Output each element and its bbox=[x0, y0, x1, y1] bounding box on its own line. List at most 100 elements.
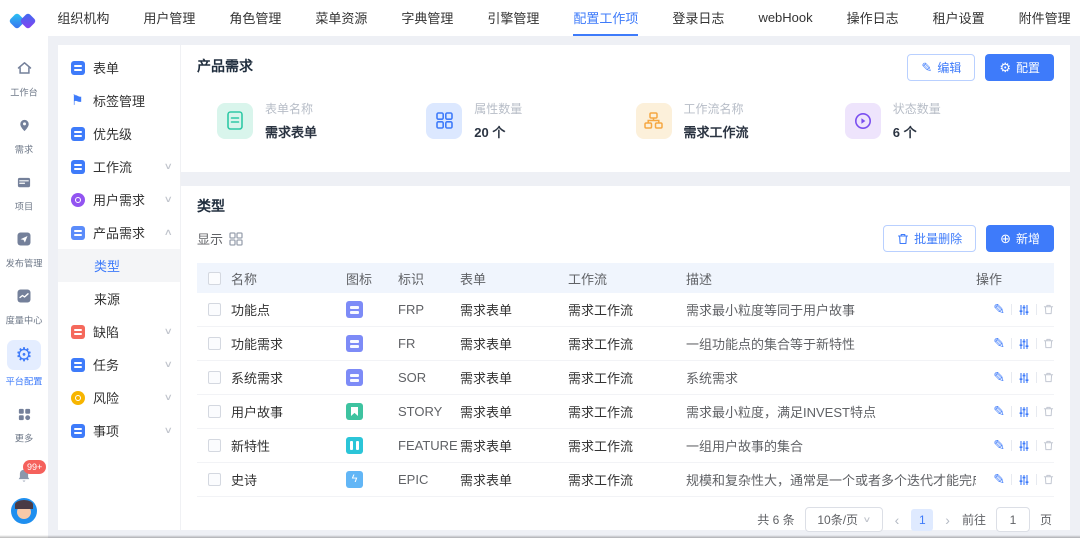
add-button[interactable]: 新增 bbox=[986, 225, 1054, 252]
type-description: 一组用户故事的集合 bbox=[686, 439, 804, 454]
current-page[interactable]: 1 bbox=[911, 508, 934, 531]
goto-page-input[interactable] bbox=[995, 507, 1030, 532]
pencil-icon bbox=[993, 471, 1005, 488]
row-delete-button[interactable] bbox=[1043, 372, 1054, 383]
type-icon bbox=[346, 403, 363, 420]
type-workflow: 需求工作流 bbox=[568, 303, 634, 318]
chevron-down-icon bbox=[164, 392, 173, 403]
row-edit-button[interactable] bbox=[993, 437, 1005, 454]
config-button[interactable]: 配置 bbox=[985, 54, 1054, 81]
metrics-icon bbox=[9, 283, 39, 309]
tab-menu-resources[interactable]: 菜单资源 bbox=[315, 0, 367, 36]
row-checkbox[interactable] bbox=[207, 371, 221, 384]
row-checkbox[interactable] bbox=[207, 303, 221, 316]
pencil-icon bbox=[993, 403, 1005, 420]
rail-item-metrics[interactable]: 度量中心 bbox=[0, 277, 48, 334]
tab-role-management[interactable]: 角色管理 bbox=[229, 0, 281, 36]
type-description: 一组功能点的集合等于新特性 bbox=[686, 337, 856, 352]
trash-icon bbox=[1043, 304, 1054, 315]
type-workflow: 需求工作流 bbox=[568, 439, 634, 454]
chevron-down-icon bbox=[164, 326, 173, 337]
row-checkbox[interactable] bbox=[207, 405, 221, 418]
row-config-button[interactable] bbox=[1018, 304, 1030, 316]
display-grid-icon[interactable] bbox=[229, 231, 243, 246]
row-checkbox[interactable] bbox=[207, 473, 221, 486]
tab-organization[interactable]: 组织机构 bbox=[57, 0, 109, 36]
pencil-icon bbox=[993, 335, 1005, 352]
product-requirement-icon bbox=[71, 225, 85, 240]
sidebar-item-product-requirement[interactable]: 产品需求 bbox=[58, 216, 180, 249]
trash-icon bbox=[898, 233, 909, 244]
row-delete-button[interactable] bbox=[1043, 304, 1054, 315]
next-page-button[interactable]: › bbox=[943, 512, 952, 528]
rail-item-workbench[interactable]: 工作台 bbox=[0, 49, 48, 106]
sliders-icon bbox=[1019, 372, 1029, 383]
row-config-button[interactable] bbox=[1018, 338, 1030, 350]
row-config-button[interactable] bbox=[1018, 474, 1030, 486]
prev-page-button[interactable]: ‹ bbox=[893, 512, 902, 528]
tab-login-log[interactable]: 登录日志 bbox=[672, 0, 724, 36]
sidebar-item-defect[interactable]: 缺陷 bbox=[58, 315, 180, 348]
tab-attachment[interactable]: 附件管理 bbox=[1019, 0, 1071, 36]
sidebar-item-workflow[interactable]: 工作流 bbox=[58, 150, 180, 183]
sliders-icon bbox=[1019, 406, 1029, 417]
sidebar-item-form[interactable]: 表单 bbox=[58, 51, 180, 84]
tab-webhook[interactable]: webHook bbox=[758, 0, 812, 36]
row-delete-button[interactable] bbox=[1043, 338, 1054, 349]
sidebar-item-matter[interactable]: 事项 bbox=[58, 414, 180, 447]
sidebar-item-task[interactable]: 任务 bbox=[58, 348, 180, 381]
page-size-select[interactable]: 10条/页 ∨ bbox=[804, 507, 883, 532]
sidebar-item-tag-management[interactable]: 标签管理 bbox=[58, 84, 180, 117]
display-label: 显示 bbox=[197, 232, 224, 247]
edit-button[interactable]: 编辑 bbox=[907, 54, 976, 81]
row-checkbox[interactable] bbox=[207, 337, 221, 350]
tab-user-management[interactable]: 用户管理 bbox=[143, 0, 195, 36]
row-edit-button[interactable] bbox=[993, 369, 1005, 386]
row-delete-button[interactable] bbox=[1043, 474, 1054, 485]
status-play-icon bbox=[844, 102, 881, 139]
row-edit-button[interactable] bbox=[993, 301, 1005, 318]
rail-item-more[interactable]: 更多 bbox=[0, 395, 48, 452]
tab-operation-log[interactable]: 操作日志 bbox=[847, 0, 899, 36]
type-form: 需求表单 bbox=[460, 337, 513, 352]
row-delete-button[interactable] bbox=[1043, 440, 1054, 451]
row-checkbox[interactable] bbox=[207, 439, 221, 452]
row-edit-button[interactable] bbox=[993, 471, 1005, 488]
type-form: 需求表单 bbox=[460, 303, 513, 318]
form-icon bbox=[71, 60, 85, 75]
trash-icon bbox=[1043, 338, 1054, 349]
rail-item-project[interactable]: 项目 bbox=[0, 163, 48, 220]
rail-item-platform-config[interactable]: ⚙ 平台配置 bbox=[0, 334, 48, 395]
batch-delete-button[interactable]: 批量删除 bbox=[883, 225, 977, 252]
sidebar-item-risk[interactable]: 风险 bbox=[58, 381, 180, 414]
rail-item-requirements[interactable]: 需求 bbox=[0, 106, 48, 163]
tab-engine[interactable]: 引擎管理 bbox=[487, 0, 539, 36]
sidebar-item-source[interactable]: 来源 bbox=[58, 282, 180, 315]
select-all-checkbox[interactable] bbox=[207, 271, 221, 285]
stat-status-count: 状态数量 6 个 bbox=[844, 100, 1054, 141]
sidebar-item-user-requirement[interactable]: 用户需求 bbox=[58, 183, 180, 216]
notifications-bell[interactable]: 99+ bbox=[16, 460, 47, 484]
row-edit-button[interactable] bbox=[993, 335, 1005, 352]
release-icon bbox=[9, 226, 39, 252]
tab-tenant-settings[interactable]: 租户设置 bbox=[933, 0, 985, 36]
row-config-button[interactable] bbox=[1018, 440, 1030, 452]
row-edit-button[interactable] bbox=[993, 403, 1005, 420]
rail-item-release[interactable]: 发布管理 bbox=[0, 220, 48, 277]
row-config-button[interactable] bbox=[1018, 406, 1030, 418]
row-config-button[interactable] bbox=[1018, 372, 1030, 384]
priority-icon bbox=[71, 126, 85, 141]
tab-work-item-config[interactable]: 配置工作项 bbox=[573, 0, 639, 36]
type-workflow: 需求工作流 bbox=[568, 371, 634, 386]
type-workflow: 需求工作流 bbox=[568, 405, 634, 420]
table-row: 新特性 FEATURE 需求表单 需求工作流 一组用户故事的集合 bbox=[197, 429, 1054, 463]
row-delete-button[interactable] bbox=[1043, 406, 1054, 417]
user-avatar[interactable] bbox=[11, 498, 37, 524]
pagination: 共 6 条 10条/页 ∨ ‹ 1 › 前往 页 bbox=[197, 497, 1054, 538]
chevron-down-icon bbox=[164, 425, 173, 436]
trash-icon bbox=[1043, 406, 1054, 417]
tab-dictionary[interactable]: 字典管理 bbox=[401, 0, 453, 36]
sidebar-item-priority[interactable]: 优先级 bbox=[58, 117, 180, 150]
trash-icon bbox=[1043, 372, 1054, 383]
sidebar-item-type[interactable]: 类型 bbox=[58, 249, 180, 282]
